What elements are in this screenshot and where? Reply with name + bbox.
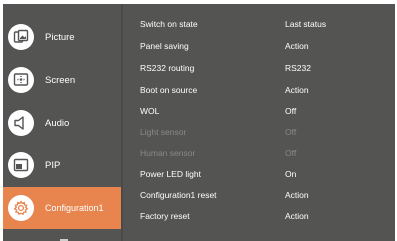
setting-name: Panel saving xyxy=(140,40,189,51)
category-sidebar: Picture Screen Audio PIP Configuration1 xyxy=(3,4,121,241)
setting-row-switch-on-state[interactable]: Switch on state Last status xyxy=(123,13,395,35)
setting-name: Boot on source xyxy=(140,84,198,95)
setting-name: Light sensor xyxy=(140,126,187,137)
setting-row-power-led-light[interactable]: Power LED light On xyxy=(123,163,395,185)
setting-row-wol[interactable]: WOL Off xyxy=(123,100,395,122)
setting-row-boot-on-source[interactable]: Boot on source Action xyxy=(123,79,395,101)
gear-icon xyxy=(8,195,34,221)
setting-row-rs232-routing[interactable]: RS232 routing RS232 xyxy=(123,57,395,79)
sidebar-item-label: Audio xyxy=(45,117,70,129)
setting-name: Configuration1 reset xyxy=(140,189,217,200)
setting-row-panel-saving[interactable]: Panel saving Action xyxy=(123,35,395,57)
setting-name: WOL xyxy=(140,105,160,116)
setting-name: Factory reset xyxy=(140,210,190,221)
sidebar-item-pip[interactable]: PIP xyxy=(3,144,121,186)
setting-value: Action xyxy=(285,189,309,200)
sidebar-item-label: PIP xyxy=(45,159,61,171)
setting-value: On xyxy=(285,168,297,179)
settings-list: Switch on state Last status Panel saving… xyxy=(123,4,395,241)
sidebar-item-audio[interactable]: Audio xyxy=(3,102,121,144)
pip-icon xyxy=(8,152,34,178)
sidebar-item-label: Screen xyxy=(45,74,76,86)
setting-row-configuration1-reset[interactable]: Configuration1 reset Action xyxy=(123,184,395,206)
setting-value: Last status xyxy=(285,18,327,29)
setting-value: Action xyxy=(285,40,309,51)
setting-value: Off xyxy=(285,147,297,158)
osd-menu: Picture Screen Audio PIP Configuration1 … xyxy=(3,4,395,241)
screen: Picture Screen Audio PIP Configuration1 … xyxy=(0,0,397,241)
sidebar-item-label: Configuration1 xyxy=(45,203,104,213)
picture-icon xyxy=(8,24,34,50)
sidebar-item-screen[interactable]: Screen xyxy=(3,59,121,101)
sidebar-item-configuration1[interactable]: Configuration1 xyxy=(3,187,121,229)
setting-name: RS232 routing xyxy=(140,62,195,73)
setting-value: Off xyxy=(285,126,297,137)
setting-row-human-sensor: Human sensor Off xyxy=(123,142,395,164)
setting-row-factory-reset[interactable]: Factory reset Action xyxy=(123,205,395,227)
sidebar-item-picture[interactable]: Picture xyxy=(3,16,121,58)
setting-value: RS232 xyxy=(285,62,311,73)
setting-value: Action xyxy=(285,210,309,221)
screen-icon xyxy=(8,67,34,93)
setting-value: Off xyxy=(285,105,297,116)
setting-name: Human sensor xyxy=(140,147,196,158)
setting-row-light-sensor: Light sensor Off xyxy=(123,121,395,143)
setting-name: Power LED light xyxy=(140,168,201,179)
sidebar-item-label: Picture xyxy=(45,31,75,43)
speaker-icon xyxy=(8,110,34,136)
setting-value: Action xyxy=(285,84,309,95)
setting-name: Switch on state xyxy=(140,18,198,29)
